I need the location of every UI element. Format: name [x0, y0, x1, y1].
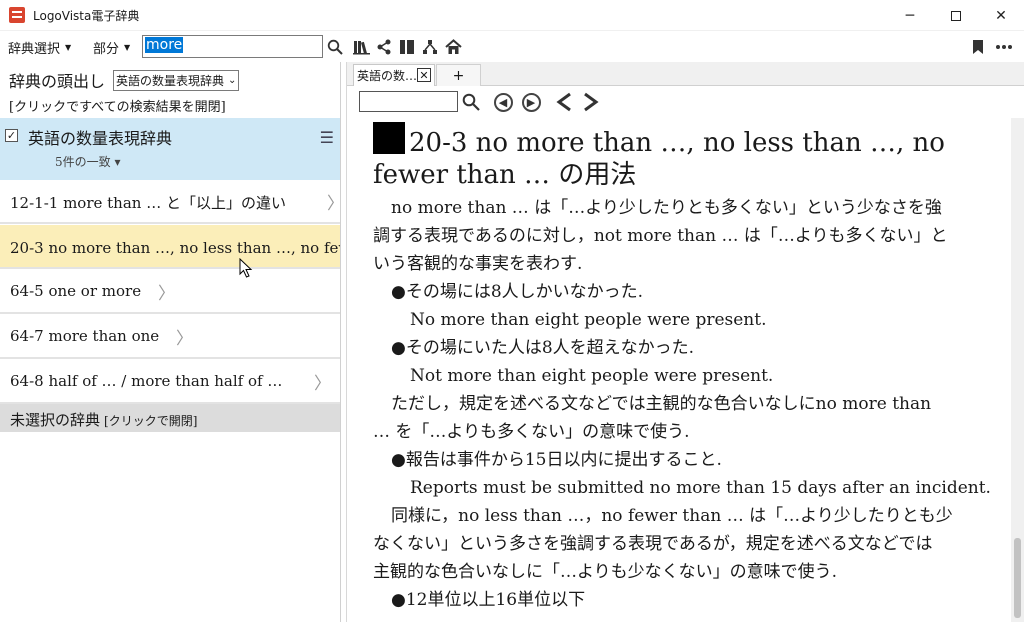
dictionary-checkbox[interactable]: ✓ — [5, 129, 18, 142]
search-input[interactable]: more — [142, 35, 323, 58]
find-next-icon[interactable]: ▶ — [520, 91, 542, 113]
entry-content: 20-3 no more than …, no less than …, no … — [347, 120, 1007, 622]
unselected-label: 未選択の辞典 — [10, 411, 101, 429]
add-tab-button[interactable]: + — [436, 64, 481, 86]
panel-layout-icon[interactable] — [398, 38, 416, 56]
chevron-right-icon: 〉 — [314, 374, 331, 394]
more-icon[interactable] — [995, 38, 1013, 56]
app-logo-icon — [9, 7, 25, 23]
example-english: Not more than eight people were present. — [410, 366, 774, 386]
library-icon[interactable] — [352, 38, 370, 56]
paragraph-line: なくない」という多さを強調する表現であるが，規定を述べる文などでは — [373, 534, 933, 554]
heading-label: 辞典の頭出し — [9, 72, 106, 91]
mouse-cursor-icon — [239, 258, 253, 278]
result-item[interactable]: 64-7 more than one 〉 — [0, 315, 340, 359]
result-label: 12-1-1 more than … と「以上」の違い — [10, 194, 286, 212]
heading-row: 辞典の頭出し 英語の数量表現辞典 ⌄ — [9, 68, 240, 92]
forward-icon[interactable] — [580, 91, 602, 113]
tab-entry[interactable]: 英語の数… ✕ — [353, 64, 435, 86]
tree-icon[interactable] — [421, 38, 439, 56]
example-japanese: ●報告は事件から15日以内に提出すること. — [391, 450, 722, 470]
home-icon[interactable] — [444, 38, 462, 56]
tab-close-icon[interactable]: ✕ — [417, 68, 431, 82]
result-label: 20-3 no more than …, no less than …, no … — [10, 239, 340, 257]
back-icon[interactable] — [553, 91, 575, 113]
paragraph-line: いう客観的な事実を表わす. — [373, 254, 583, 274]
results-panel: 辞典の頭出し 英語の数量表現辞典 ⌄ [クリックですべての検索結果を開閉] ✓ 英… — [0, 62, 341, 622]
entry-title: 20-3 no more than …, no less than …, no … — [373, 122, 993, 191]
find-bar: ◀ ▶ — [347, 86, 1024, 118]
window-title: LogoVista電子辞典 — [33, 8, 140, 23]
unselected-hint: [クリックで開閉] — [104, 414, 198, 428]
dict-select-menu[interactable]: 辞典選択 ▼ — [8, 38, 71, 57]
maximize-icon — [951, 10, 961, 21]
find-previous-icon[interactable]: ◀ — [492, 91, 514, 113]
paragraph-line: 調する表現であるのに対し，not more than … は「…よりも多くない」… — [373, 226, 948, 246]
result-label: 64-5 one or more — [10, 282, 142, 300]
result-item[interactable]: 64-5 one or more 〉 — [0, 270, 340, 314]
dictionary-group-header[interactable]: ✓ 英語の数量表現辞典 5件の一致 ▾ ☰ — [0, 118, 340, 180]
example-japanese: ●12単位以上16単位以下 — [391, 590, 586, 610]
open-all-toggle[interactable]: [クリックですべての検索結果を開閉] — [9, 96, 226, 115]
paragraph-line: 主観的な色合いなしに「…よりも少なくない」の意味で使う. — [373, 562, 838, 582]
example-english: Reports must be submitted no more than 1… — [410, 478, 991, 498]
match-mode-menu[interactable]: 部分 ▼ — [93, 38, 130, 57]
chevron-right-icon: 〉 — [176, 329, 193, 349]
minimize-button[interactable]: ─ — [887, 0, 933, 31]
paragraph-line: no more than … は「…より少したりとも多くない」という少なさを強 — [391, 198, 942, 218]
search-icon[interactable] — [326, 38, 344, 56]
maximize-button[interactable] — [933, 0, 979, 31]
result-item[interactable]: 12-1-1 more than … と「以上」の違い 〉 — [0, 180, 340, 224]
caret-down-icon: ▼ — [65, 43, 72, 52]
entry-scrollbar[interactable] — [1011, 118, 1024, 622]
paragraph-line: ただし，規定を述べる文などでは主観的な色合いなしにno more than — [391, 394, 932, 414]
find-search-icon[interactable] — [460, 91, 482, 113]
dictionary-name: 英語の数量表現辞典 — [28, 129, 173, 148]
close-button[interactable]: ✕ — [978, 0, 1024, 31]
find-in-page-input[interactable] — [359, 91, 458, 112]
chevron-right-icon: 〉 — [158, 284, 175, 304]
example-english: No more than eight people were present. — [410, 310, 767, 330]
share-icon[interactable] — [375, 38, 393, 56]
toolbar: 辞典選択 ▼ 部分 ▼ more — [0, 31, 1024, 62]
chevron-down-icon: ⌄ — [228, 74, 237, 86]
unselected-dictionaries-header[interactable]: 未選択の辞典 [クリックで開閉] — [0, 404, 340, 432]
result-item[interactable]: 64-8 half of … / more than half of … 〉 — [0, 360, 340, 404]
chevron-right-icon: 〉 — [327, 189, 340, 214]
heading-select[interactable]: 英語の数量表現辞典 ⌄ — [113, 69, 240, 91]
result-label: 64-8 half of … / more than half of … — [10, 372, 283, 390]
title-bar: LogoVista電子辞典 ─ ✕ — [0, 0, 1024, 31]
entry-panel: 英語の数… ✕ + ◀ ▶ 20-3 no more than …, no le… — [346, 62, 1024, 622]
caret-down-icon: ▼ — [124, 43, 131, 52]
result-item-selected[interactable]: 20-3 no more than …, no less than …, no … — [0, 225, 340, 269]
list-icon[interactable]: ☰ — [320, 128, 334, 147]
match-count[interactable]: 5件の一致 ▾ — [55, 153, 120, 170]
paragraph-line: 同様に，no less than …，no fewer than … は「…より… — [391, 506, 953, 526]
bookmark-icon[interactable] — [969, 38, 987, 56]
result-label: 64-7 more than one — [10, 327, 160, 345]
title-marker-icon — [373, 122, 405, 154]
scrollbar-thumb[interactable] — [1014, 538, 1021, 618]
example-japanese: ●その場にいた人は8人を超えなかった. — [391, 338, 695, 358]
paragraph-line: … を「…よりも多くない」の意味で使う. — [373, 422, 690, 442]
tab-bar: 英語の数… ✕ + — [347, 62, 1024, 86]
example-japanese: ●その場には8人しかいなかった. — [391, 282, 644, 302]
